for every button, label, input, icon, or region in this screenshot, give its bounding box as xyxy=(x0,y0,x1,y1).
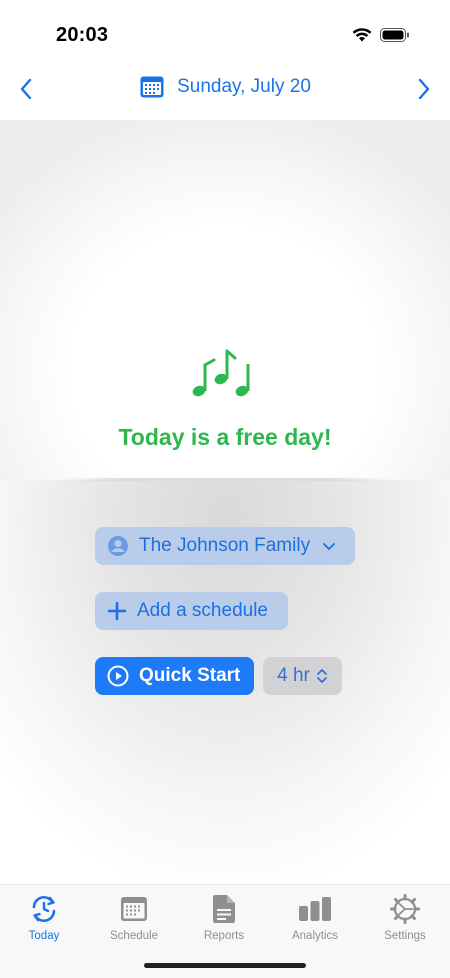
quick-start-button[interactable]: Quick Start xyxy=(95,657,254,695)
card-divider xyxy=(55,478,395,481)
tab-label: Analytics xyxy=(291,930,339,942)
music-notes-icon xyxy=(192,349,250,397)
home-indicator xyxy=(144,963,306,968)
next-day-button[interactable] xyxy=(410,76,436,102)
battery-icon xyxy=(380,27,409,42)
document-icon xyxy=(213,895,235,923)
add-schedule-label: Add a schedule xyxy=(137,600,268,621)
chevron-down-icon xyxy=(323,543,335,550)
tab-analytics[interactable]: Analytics xyxy=(272,893,358,942)
tab-label: Today xyxy=(28,930,60,942)
status-time: 20:03 xyxy=(56,24,109,46)
tab-reports[interactable]: Reports xyxy=(181,893,267,942)
tab-label: Reports xyxy=(203,930,245,942)
plus-icon xyxy=(107,601,127,621)
calendar-icon xyxy=(121,897,147,921)
person-circle-icon xyxy=(108,536,128,556)
up-down-chevron-icon xyxy=(316,669,327,683)
quick-start-label: Quick Start xyxy=(139,665,241,686)
family-label: The Johnson Family xyxy=(139,535,311,556)
chevron-right-icon xyxy=(418,78,430,100)
tab-label: Schedule xyxy=(110,930,158,942)
clock-arrows-icon xyxy=(32,895,56,923)
tab-settings[interactable]: Settings xyxy=(362,893,448,942)
tab-today[interactable]: Today xyxy=(1,893,87,942)
bar-chart-icon xyxy=(299,897,331,921)
play-circle-icon xyxy=(107,665,129,687)
wifi-icon xyxy=(352,28,372,42)
free-day-message: Today is a free day! xyxy=(118,424,332,450)
tab-label: Settings xyxy=(384,930,426,942)
tab-schedule[interactable]: Schedule xyxy=(91,893,177,942)
family-selector[interactable]: The Johnson Family xyxy=(95,527,355,565)
calendar-icon xyxy=(140,76,164,98)
status-icons xyxy=(352,27,410,42)
duration-label: 4 hr xyxy=(277,665,310,686)
duration-picker[interactable]: 4 hr xyxy=(263,657,342,695)
gear-icon xyxy=(390,894,420,924)
date-label: Sunday, July 20 xyxy=(177,76,311,97)
date-selector[interactable]: Sunday, July 20 xyxy=(0,74,450,100)
add-schedule-button[interactable]: Add a schedule xyxy=(95,592,288,630)
